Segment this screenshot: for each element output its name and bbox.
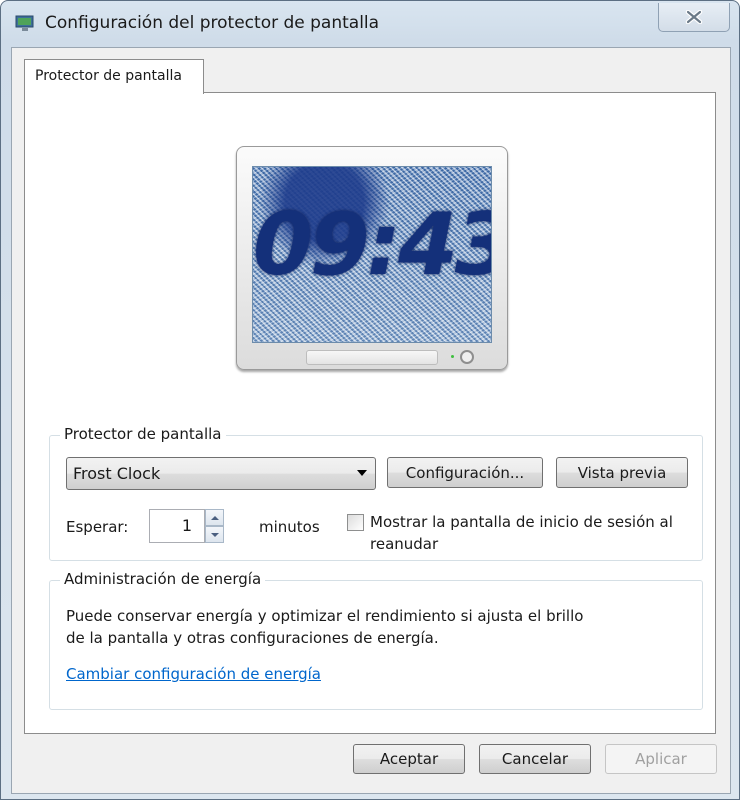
preview-button[interactable]: Vista previa [556, 457, 688, 488]
power-group-legend: Administración de energía [60, 570, 266, 588]
title-bar: Configuración del protector de pantalla [1, 1, 739, 47]
tab-screensaver[interactable]: Protector de pantalla [24, 59, 204, 94]
tab-panel: 09:43 Protector de pantalla Frost Clock … [24, 92, 716, 734]
wait-minutes-input[interactable]: 1 [149, 509, 205, 543]
monitor-slot [306, 350, 438, 365]
preview-clock: 09:43 [253, 195, 492, 295]
change-power-settings-link[interactable]: Cambiar configuración de energía [66, 665, 321, 683]
screensaver-preview-monitor: 09:43 [236, 146, 508, 370]
close-icon [685, 10, 703, 24]
apply-button[interactable]: Aplicar [605, 744, 717, 774]
preview-screen: 09:43 [252, 166, 492, 343]
ok-button[interactable]: Aceptar [353, 744, 465, 774]
tab-label: Protector de pantalla [35, 68, 182, 84]
wait-label: Esperar: [66, 518, 129, 536]
window-title: Configuración del protector de pantalla [45, 13, 380, 33]
display-settings-icon [15, 15, 34, 31]
arrow-up-icon [210, 515, 219, 520]
screensaver-select[interactable]: Frost Clock [66, 457, 376, 490]
power-led-icon [451, 355, 454, 358]
arrow-down-icon [210, 532, 219, 537]
settings-button[interactable]: Configuración... [387, 457, 543, 488]
minutes-label: minutos [259, 518, 320, 536]
screensaver-settings-window: Configuración del protector de pantalla … [0, 0, 740, 800]
monitor-power-icon [460, 350, 474, 364]
wait-minutes-value: 1 [181, 516, 192, 535]
cancel-button[interactable]: Cancelar [479, 744, 591, 774]
logon-screen-checkbox-label[interactable]: Mostrar la pantalla de inicio de sesión … [370, 511, 700, 555]
screensaver-select-value: Frost Clock [73, 464, 161, 483]
chevron-down-icon [357, 470, 367, 476]
dialog-client-area: Protector de pantalla 09:43 Protector de… [11, 47, 731, 794]
power-description: Puede conservar energía y optimizar el r… [66, 607, 584, 647]
power-management-group: Administración de energía Puede conserva… [49, 570, 703, 710]
spin-up-button[interactable] [205, 509, 224, 526]
screensaver-group: Protector de pantalla Frost Clock Config… [49, 425, 703, 561]
logon-screen-checkbox[interactable] [347, 514, 364, 531]
close-button[interactable] [658, 3, 730, 32]
spin-down-button[interactable] [205, 526, 224, 543]
screensaver-group-legend: Protector de pantalla [60, 425, 226, 443]
